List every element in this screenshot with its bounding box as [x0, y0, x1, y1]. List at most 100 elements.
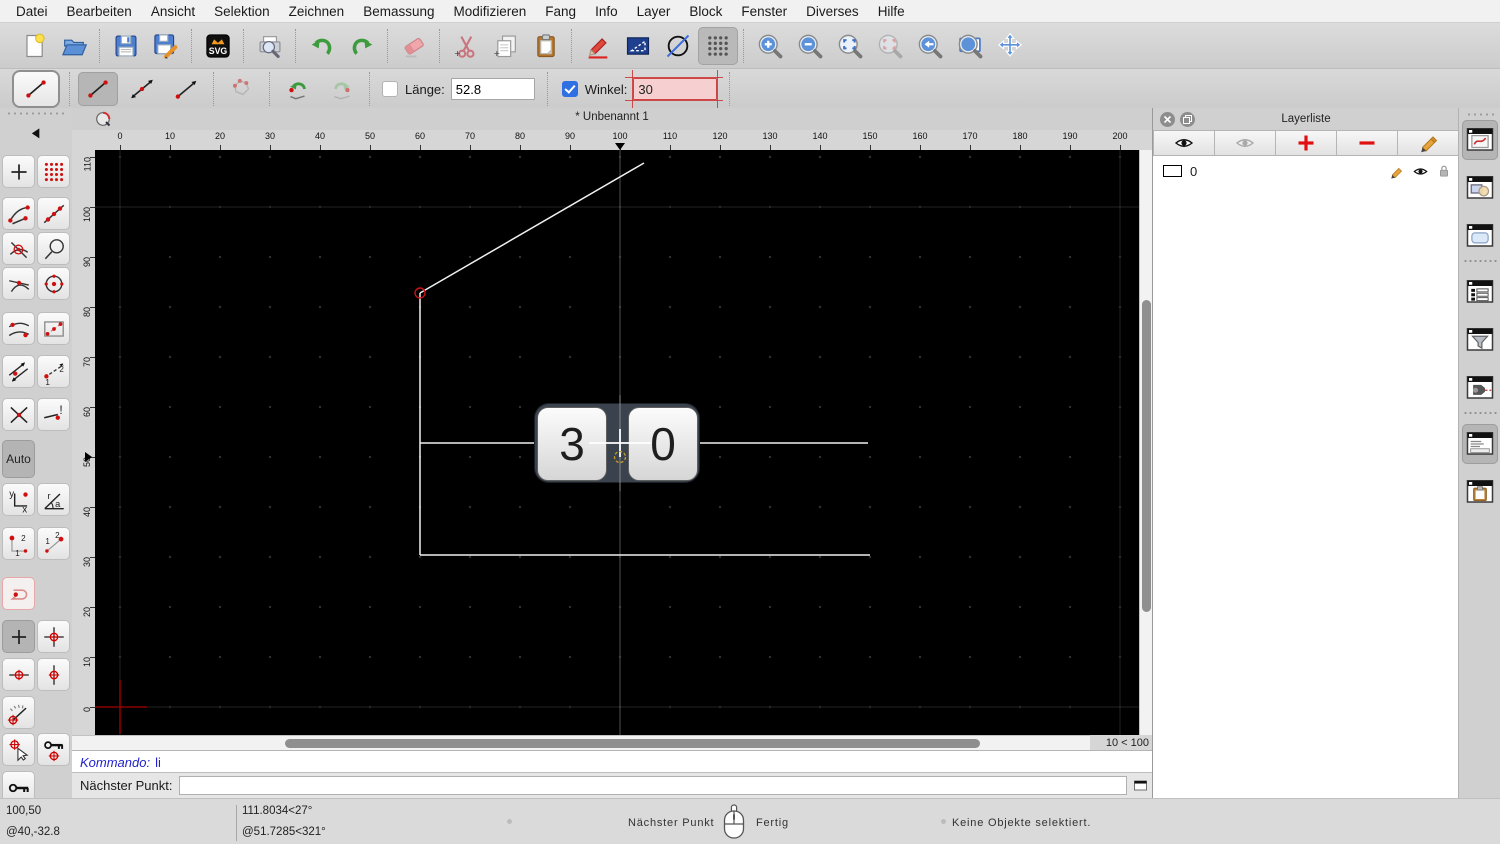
- snap-intersection-auto-button[interactable]: [2, 398, 35, 431]
- horizontal-scrollbar[interactable]: [72, 735, 1090, 751]
- view-list-panel-button[interactable]: [1462, 272, 1498, 312]
- menu-datei[interactable]: Datei: [16, 4, 48, 19]
- edit-pencil-button[interactable]: [578, 27, 618, 65]
- snap-endpoints-button[interactable]: [2, 197, 35, 230]
- restrict-vertical-button[interactable]: [37, 658, 70, 691]
- menu-modifizieren[interactable]: Modifizieren: [454, 4, 527, 19]
- selection-tool-button[interactable]: [618, 27, 658, 65]
- add-layer-plus-button[interactable]: [1276, 130, 1337, 156]
- set-relative-zero-button[interactable]: [2, 733, 35, 766]
- eraser-button[interactable]: [394, 27, 434, 65]
- vertical-scrollbar-thumb[interactable]: [1142, 300, 1151, 612]
- coord-polar-button[interactable]: ra: [37, 483, 70, 516]
- hide-all-eye-button[interactable]: [1215, 130, 1276, 156]
- paste-button[interactable]: [526, 27, 566, 65]
- snap-tangent-button[interactable]: [2, 267, 35, 300]
- snap-perpendicular-button[interactable]: [37, 232, 70, 265]
- print-preview-button[interactable]: [250, 27, 290, 65]
- command-line-panel-button[interactable]: [1462, 424, 1498, 464]
- length-checkbox[interactable]: [382, 81, 398, 97]
- lock-relative-zero-button[interactable]: [37, 733, 70, 766]
- clipboard-panel-button[interactable]: [1462, 472, 1498, 512]
- palette-collapse-button[interactable]: [2, 122, 70, 148]
- snap-reference-button[interactable]: [37, 312, 70, 345]
- menu-selektion[interactable]: Selektion: [214, 4, 270, 19]
- menu-diverses[interactable]: Diverses: [806, 4, 859, 19]
- new-file-button[interactable]: [14, 27, 54, 65]
- angle-checkbox[interactable]: [562, 81, 578, 97]
- command-input[interactable]: [179, 776, 1127, 795]
- save-as-button[interactable]: [146, 27, 186, 65]
- restrict-none-button[interactable]: [2, 620, 35, 653]
- coord-relative-button[interactable]: 12: [2, 527, 35, 560]
- restrict-reference-button[interactable]: [2, 577, 35, 610]
- menu-block[interactable]: Block: [689, 4, 722, 19]
- redo-step-button[interactable]: [322, 72, 362, 106]
- open-file-button[interactable]: [54, 27, 94, 65]
- undo-button[interactable]: [302, 27, 342, 65]
- zoom-out-button[interactable]: [790, 27, 830, 65]
- block-list-panel-button[interactable]: [1462, 168, 1498, 208]
- zoom-previous-button[interactable]: [910, 27, 950, 65]
- cut-button[interactable]: +: [446, 27, 486, 65]
- lamp-panel-button[interactable]: [1462, 368, 1498, 408]
- menu-zeichnen[interactable]: Zeichnen: [289, 4, 345, 19]
- infinite-line-button[interactable]: [122, 72, 162, 106]
- pan-button[interactable]: [990, 27, 1030, 65]
- menu-fang[interactable]: Fang: [545, 4, 576, 19]
- polyline-button[interactable]: [222, 72, 262, 106]
- layer-lock-icon[interactable]: [1436, 163, 1452, 179]
- restrict-horizontal-button[interactable]: [2, 658, 35, 691]
- snap-auto-button[interactable]: Auto: [2, 440, 35, 478]
- zoom-in-button[interactable]: [750, 27, 790, 65]
- draw-order-button[interactable]: [658, 27, 698, 65]
- coord-polar-relative-button[interactable]: 12: [37, 527, 70, 560]
- snap-intersection-button[interactable]: [2, 232, 35, 265]
- snap-on-entity-button[interactable]: [37, 197, 70, 230]
- drawing-canvas[interactable]: 30: [95, 150, 1139, 735]
- snap-grid-button[interactable]: [37, 155, 70, 188]
- zoom-selection-button[interactable]: [870, 27, 910, 65]
- menu-info[interactable]: Info: [595, 4, 618, 19]
- undo-step-button[interactable]: [278, 72, 318, 106]
- selection-filter-panel-button[interactable]: [1462, 320, 1498, 360]
- snap-middle-button[interactable]: [2, 312, 35, 345]
- menu-ansicht[interactable]: Ansicht: [151, 4, 195, 19]
- restrict-orthogonal-button[interactable]: [37, 620, 70, 653]
- line-2-points-button[interactable]: [78, 72, 118, 106]
- menu-bemassung[interactable]: Bemassung: [363, 4, 434, 19]
- menu-fenster[interactable]: Fenster: [741, 4, 787, 19]
- show-all-eye-button[interactable]: [1153, 130, 1215, 156]
- command-line-toggle-button[interactable]: [1131, 777, 1151, 794]
- grid-toggle-button[interactable]: [698, 27, 738, 65]
- edit-layer-pencil-button[interactable]: [1398, 130, 1459, 156]
- layer-list-panel-button[interactable]: [1462, 120, 1498, 160]
- angle-input[interactable]: [633, 78, 717, 100]
- save-button[interactable]: [106, 27, 146, 65]
- toggle-layer-visibility-icon[interactable]: [1412, 163, 1429, 180]
- length-input[interactable]: [451, 78, 535, 100]
- layer-row[interactable]: 0: [1153, 160, 1459, 182]
- menu-hilfe[interactable]: Hilfe: [878, 4, 905, 19]
- snap-distance-button[interactable]: 12: [37, 355, 70, 388]
- snap-center-button[interactable]: [37, 267, 70, 300]
- snap-tangential-button[interactable]: [2, 355, 35, 388]
- remove-layer-minus-button[interactable]: [1337, 130, 1398, 156]
- coord-cartesian-button[interactable]: yx: [2, 483, 35, 516]
- svg-export-button[interactable]: SVG: [198, 27, 238, 65]
- edit-layer-icon[interactable]: [1388, 163, 1405, 180]
- zoom-window-button[interactable]: [950, 27, 990, 65]
- property-editor-panel-button[interactable]: [1462, 216, 1498, 256]
- layer-color-swatch[interactable]: [1163, 165, 1182, 177]
- restrict-angle-button[interactable]: [2, 696, 35, 729]
- copy-button[interactable]: +: [486, 27, 526, 65]
- vertical-scrollbar[interactable]: [1139, 150, 1153, 735]
- snap-intersection-manual-button[interactable]: !: [37, 398, 70, 431]
- redo-button[interactable]: [342, 27, 382, 65]
- snap-free-button[interactable]: [2, 155, 35, 188]
- menu-layer[interactable]: Layer: [637, 4, 671, 19]
- auto-zoom-button[interactable]: [830, 27, 870, 65]
- ray-button[interactable]: [166, 72, 206, 106]
- menu-bearbeiten[interactable]: Bearbeiten: [67, 4, 132, 19]
- horizontal-scrollbar-thumb[interactable]: [285, 739, 980, 748]
